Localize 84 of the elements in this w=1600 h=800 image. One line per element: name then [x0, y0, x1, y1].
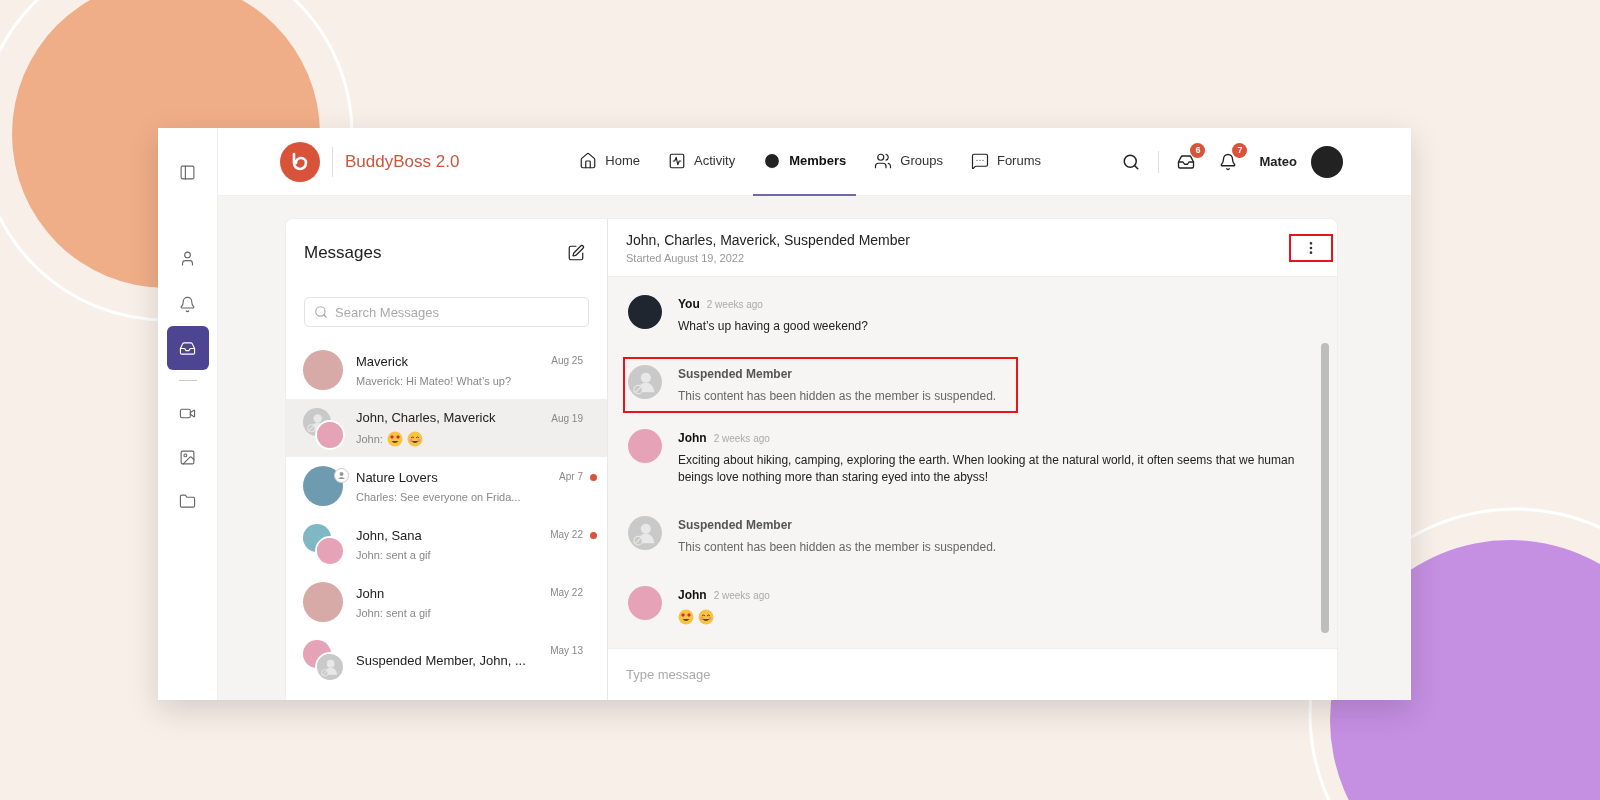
conversation-date: May 13	[550, 645, 583, 656]
scrollbar[interactable]	[1321, 343, 1329, 633]
conversation-date: May 22	[550, 587, 583, 598]
suspended-user-icon	[628, 516, 662, 550]
user-avatar[interactable]	[1311, 145, 1343, 178]
user-name[interactable]: Mateo	[1259, 154, 1297, 169]
thread-start-date: Started August 19, 2022	[626, 251, 746, 264]
bell-icon	[179, 295, 196, 313]
conversation-item[interactable]: John, Sana John: sent a gif May 22	[286, 515, 607, 573]
suspended-user-icon	[317, 654, 343, 680]
message-time: 2 weeks ago	[706, 299, 763, 310]
nav-tab[interactable]: Activity	[658, 128, 746, 196]
message-preview: John: sent a gif	[356, 548, 432, 561]
logo-icon[interactable]	[280, 141, 320, 182]
avatar	[303, 582, 343, 622]
heart-eyes-emoji-icon	[678, 609, 694, 625]
conversation-item[interactable]: Nature Lovers Charles: See everyone on Frida... Apr 7	[286, 457, 607, 515]
inbox-icon	[179, 339, 196, 357]
message-preview: Maverick: Hi Mateo! What’s up?	[356, 374, 513, 387]
sidebar-button[interactable]	[166, 326, 209, 370]
message-author: John	[678, 431, 707, 445]
conversation-item[interactable]: Suspended Member, John, ... May 13	[286, 631, 607, 689]
avatar	[628, 295, 662, 329]
conversation-name: John	[356, 585, 386, 601]
brand-name: BuddyBoss 2.0	[345, 151, 460, 172]
panel-toggle-icon	[179, 163, 196, 181]
smiling-emoji-icon	[406, 430, 423, 447]
message-author: John	[678, 588, 707, 602]
conversation-date: May 22	[550, 529, 583, 540]
conversation-name: Nature Lovers	[356, 469, 439, 485]
search-icon	[314, 305, 328, 319]
avatar	[317, 422, 343, 448]
avatar	[317, 538, 343, 564]
search-field[interactable]: Search Messages	[304, 297, 589, 327]
conversation-item[interactable]: John John: sent a gif May 22	[286, 573, 607, 631]
conversation-date: Aug 25	[551, 355, 583, 366]
conversation-date: Aug 19	[551, 413, 583, 424]
conversation-name: Suspended Member, John, ...	[356, 652, 527, 668]
thread-title: John, Charles, Maverick, Suspended Member	[626, 231, 912, 248]
message-time: 2 weeks ago	[713, 433, 770, 444]
message-time: 2 weeks ago	[713, 590, 770, 601]
group-photo	[303, 466, 343, 506]
activity-icon	[668, 151, 687, 170]
message-author: Suspended Member	[678, 518, 793, 532]
nav-tab[interactable]: Home	[569, 128, 651, 196]
conversation-name: Maverick	[356, 353, 409, 369]
nav-tab[interactable]: Members	[753, 128, 857, 196]
message-text: This content has been hidden as the member is suspended.	[678, 388, 997, 405]
conversation-name: John, Sana	[356, 527, 423, 543]
message-text: Exciting about hiking, camping, exploring the earth. When looking at the natural world, it often seems that we human beings love nothing more than staring eyed into the abyss!	[678, 452, 1295, 486]
conversation-name: John, Charles, Maverick	[356, 409, 497, 425]
count-badge: 7	[1232, 142, 1248, 158]
compose-icon	[567, 244, 585, 262]
avatar	[303, 350, 343, 390]
folder-icon	[179, 492, 196, 510]
more-options-button[interactable]	[1289, 233, 1333, 262]
image-icon	[179, 448, 196, 466]
conversation-item[interactable]: John, Charles, Maverick John: Aug 19	[286, 399, 607, 457]
conversation-date: Apr 7	[559, 471, 583, 482]
suspended-user-icon	[628, 365, 662, 399]
message-preview: Charles: See everyone on Frida...	[356, 490, 522, 503]
count-badge: 6	[1190, 142, 1206, 158]
search-icon	[1122, 152, 1141, 171]
message-text: What’s up having a good weekend?	[678, 318, 868, 335]
house-icon	[579, 151, 598, 170]
message-preview: John: sent a gif	[356, 606, 432, 619]
avatar	[628, 429, 662, 463]
avatar	[628, 586, 662, 620]
inbox-icon	[1177, 152, 1196, 171]
panel-title: Messages	[304, 243, 382, 263]
heart-eyes-emoji-icon	[386, 430, 403, 447]
user-icon	[179, 249, 196, 267]
bell-icon	[1219, 152, 1238, 171]
nav-tab[interactable]: Forums	[960, 128, 1051, 196]
smiling-emoji-icon	[698, 609, 714, 625]
message-author: Suspended Member	[678, 367, 793, 381]
message-author: You	[678, 297, 700, 311]
chat-bubble-icon	[970, 151, 989, 170]
users-icon	[874, 151, 893, 170]
message-preview: John:	[356, 432, 383, 445]
nav-tab[interactable]: Groups	[864, 128, 953, 196]
group-badge-icon	[334, 468, 349, 483]
conversation-item[interactable]: Maverick Maverick: Hi Mateo! What’s up? Aug 25	[286, 341, 607, 399]
message-text: This content has been hidden as the member is suspended.	[678, 539, 997, 556]
